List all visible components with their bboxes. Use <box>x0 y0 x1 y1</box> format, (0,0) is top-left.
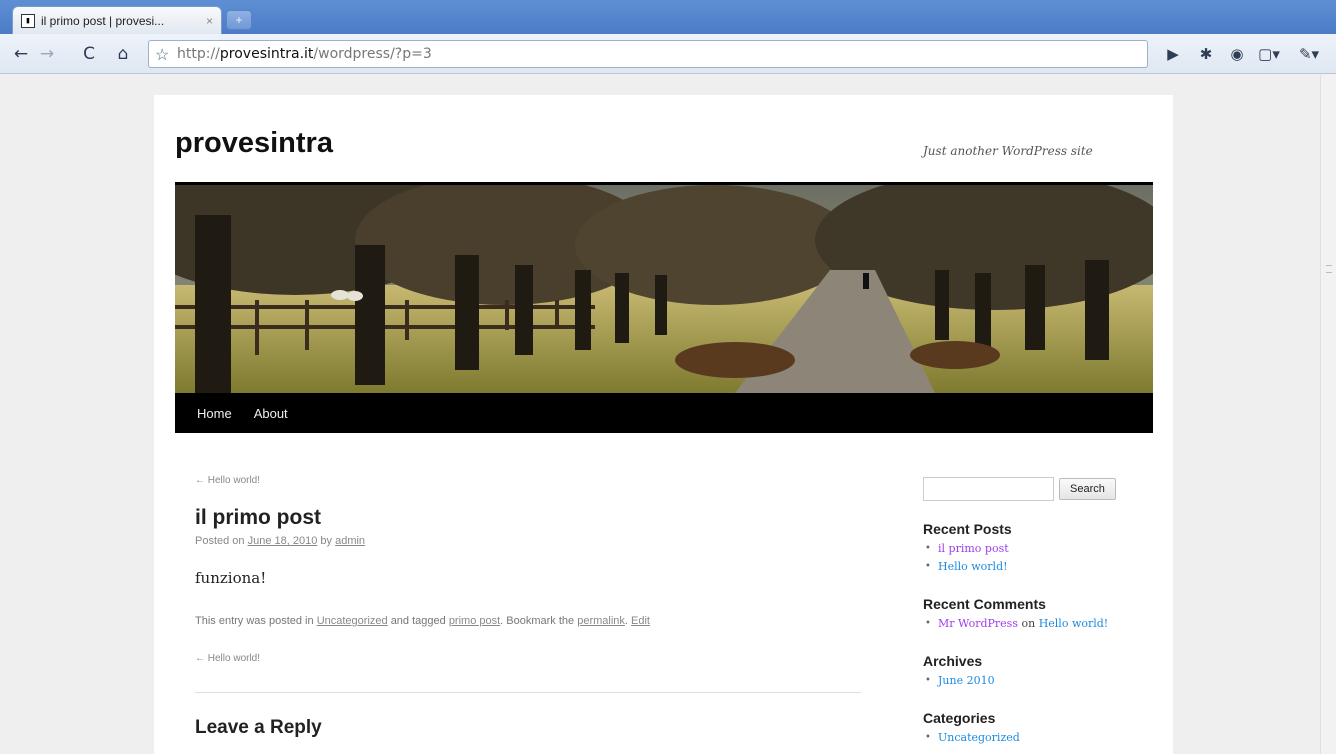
search-input[interactable] <box>923 477 1054 501</box>
recent-comments-title: Recent Comments <box>923 596 1046 612</box>
header-image[interactable] <box>175 182 1153 393</box>
post-title: il primo post <box>195 506 321 529</box>
post-meta: Posted on June 18, 2010 by admin <box>195 535 366 547</box>
categories-title: Categories <box>923 710 996 726</box>
page-wrapper: provesintra Just another WordPress site <box>154 95 1173 754</box>
archive-link[interactable]: June 2010 <box>938 674 995 687</box>
wrench-menu-icon[interactable]: ✎▾ <box>1298 43 1320 65</box>
comment-author-link[interactable]: Mr WordPress <box>938 617 1018 630</box>
post-author-link[interactable]: admin <box>335 535 365 547</box>
main-navigation: Home About <box>175 393 1153 433</box>
page-menu-icon[interactable]: ▢▾ <box>1258 43 1280 65</box>
nav-item-home[interactable]: Home <box>197 406 232 421</box>
url-text: http://provesintra.it/wordpress/?p=3 <box>177 46 432 62</box>
archives-widget: Archives June 2010 <box>923 653 1153 690</box>
category-link[interactable]: Uncategorized <box>317 615 388 627</box>
back-arrow-icon[interactable]: ← <box>10 43 32 65</box>
tab-title: il primo post | provesi... <box>41 13 165 28</box>
categories-widget: Categories Uncategorized <box>923 710 1153 747</box>
list-item[interactable]: il primo post <box>923 540 1153 558</box>
vertical-scrollbar[interactable] <box>1320 75 1336 754</box>
forward-arrow-icon[interactable]: → <box>36 43 58 65</box>
new-tab-button[interactable]: + <box>226 10 252 30</box>
list-item[interactable]: June 2010 <box>923 672 1153 690</box>
list-item: Mr WordPress on Hello world! <box>923 615 1153 633</box>
recent-posts-title: Recent Posts <box>923 521 1012 537</box>
post-body: funziona! <box>195 569 267 587</box>
home-icon[interactable]: ⌂ <box>112 43 134 65</box>
address-bar[interactable]: ☆ http://provesintra.it/wordpress/?p=3 <box>148 40 1148 68</box>
nav-item-about[interactable]: About <box>254 406 288 421</box>
reply-heading: Leave a Reply <box>195 717 322 738</box>
previous-post-link[interactable]: ← Hello world! <box>195 475 865 486</box>
archives-title: Archives <box>923 653 983 669</box>
list-item[interactable]: Hello world! <box>923 558 1153 576</box>
reload-icon[interactable]: C <box>78 43 100 65</box>
post-footer-meta: This entry was posted in Uncategorized a… <box>195 615 650 627</box>
page-favicon-icon: ▮ <box>21 13 35 28</box>
recent-posts-widget: Recent Posts il primo post Hello world! <box>923 521 1153 576</box>
list-item[interactable]: Uncategorized <box>923 729 1153 747</box>
recent-comments-widget: Recent Comments Mr WordPress on Hello wo… <box>923 596 1153 633</box>
sidebar: Search Recent Posts il primo post Hello … <box>923 477 1153 747</box>
browser-tab[interactable]: ▮ il primo post | provesi... × <box>12 6 222 34</box>
bookmark-star-icon[interactable]: ☆ <box>155 45 169 65</box>
comment-post-link[interactable]: Hello world! <box>1039 617 1109 630</box>
permalink-link[interactable]: permalink <box>577 615 625 627</box>
site-title[interactable]: provesintra <box>175 127 333 160</box>
site-description: Just another WordPress site <box>923 144 1093 158</box>
search-form: Search <box>923 477 1153 501</box>
play-icon[interactable]: ▶ <box>1162 43 1184 65</box>
recent-post-link[interactable]: Hello world! <box>938 560 1008 573</box>
tab-strip: ▮ il primo post | provesi... × + <box>0 0 1336 34</box>
previous-post-link-bottom[interactable]: ← Hello world! <box>195 653 865 664</box>
category-widget-link[interactable]: Uncategorized <box>938 731 1020 744</box>
edit-link[interactable]: Edit <box>631 615 650 627</box>
tag-link[interactable]: primo post <box>449 615 500 627</box>
search-button[interactable]: Search <box>1059 478 1116 500</box>
browser-toolbar: ← → C ⌂ ☆ http://provesintra.it/wordpres… <box>0 34 1336 74</box>
recent-post-link[interactable]: il primo post <box>938 542 1009 555</box>
post-date-link[interactable]: June 18, 2010 <box>248 535 318 547</box>
extension-icon[interactable]: ✱ <box>1195 43 1217 65</box>
eye-extension-icon[interactable]: ◉ <box>1226 43 1248 65</box>
post-content: ← Hello world! il primo post Posted on J… <box>195 475 865 739</box>
tab-close-icon[interactable]: × <box>206 14 213 28</box>
divider <box>195 692 861 693</box>
